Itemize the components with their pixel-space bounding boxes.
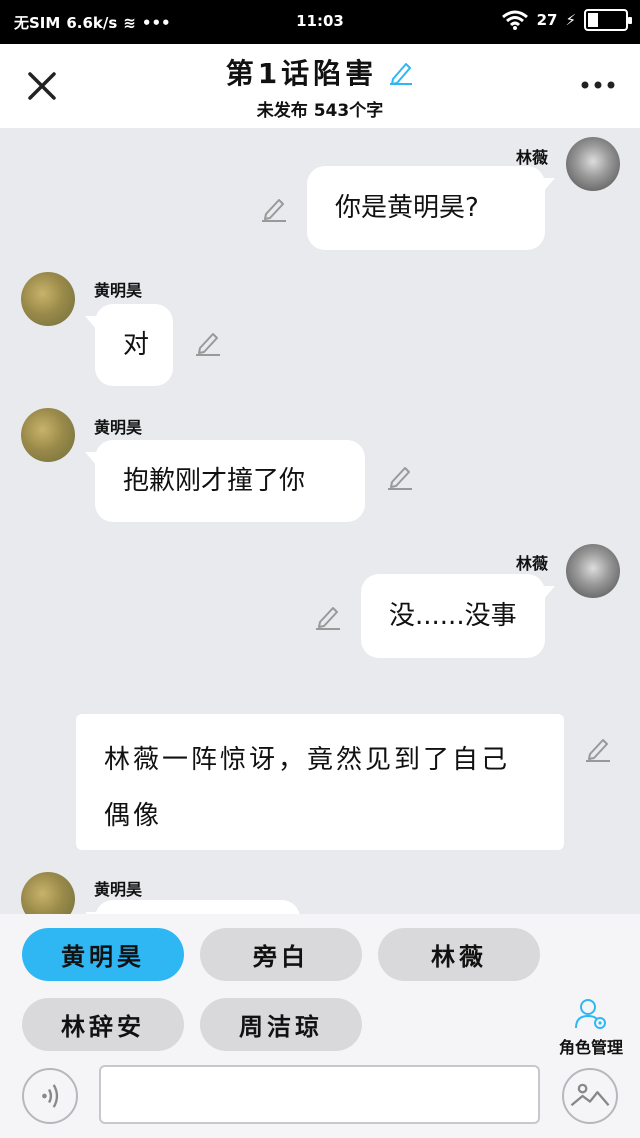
narration-line: 林薇一阵惊讶，竟然见到了自己: [104, 745, 511, 775]
avatar[interactable]: [566, 137, 620, 191]
speaker-name: 黄明昊: [94, 418, 143, 437]
avatar[interactable]: [566, 544, 620, 598]
message-bubble[interactable]: 你是黄明昊?: [307, 166, 555, 250]
narration-line: 偶像: [104, 801, 163, 831]
role-button-0[interactable]: 黄明昊: [22, 928, 184, 981]
edit-icon[interactable]: [314, 602, 342, 630]
role-panel: 黄明昊 旁白 林薇 林辞安 周洁琼 角色管理: [0, 914, 640, 1138]
wifi-icon: [501, 10, 528, 30]
battery-percent: 27: [536, 11, 558, 29]
image-icon[interactable]: [562, 1068, 618, 1124]
speaker-name: 黄明昊: [94, 880, 143, 899]
chapter-title[interactable]: 第1话陷害: [226, 52, 377, 92]
chat-area[interactable]: 林薇 你是黄明昊? 黄明昊 对 黄明昊 抱歉刚才撞了你 林薇 没......没事…: [0, 128, 640, 914]
role-button-4[interactable]: 周洁琼: [200, 998, 362, 1051]
voice-icon[interactable]: [22, 1068, 78, 1124]
avatar[interactable]: [21, 272, 75, 326]
narration-block[interactable]: 林薇一阵惊讶，竟然见到了自己 偶像: [76, 714, 564, 850]
battery-icon: [584, 9, 632, 31]
editor-header: 第1话陷害 未发布 543个字: [0, 44, 640, 128]
message-bubble[interactable]: [85, 900, 300, 914]
role-button-1[interactable]: 旁白: [200, 928, 362, 981]
role-manage-label: 角色管理: [558, 1038, 623, 1057]
user-gear-icon: [575, 999, 606, 1029]
edit-icon[interactable]: [260, 194, 288, 222]
message-bubble[interactable]: 抱歉刚才撞了你: [85, 440, 365, 522]
role-button-2[interactable]: 林薇: [378, 928, 540, 981]
status-bar: 无SIM 6.6k/s ≋ ••• 11:03 27 ⚡: [0, 0, 640, 44]
edit-icon[interactable]: [386, 462, 414, 490]
speaker-name: 林薇: [515, 554, 548, 573]
status-right: 27 ⚡: [501, 9, 632, 31]
edit-icon[interactable]: [584, 734, 612, 762]
edit-icon[interactable]: [194, 328, 222, 356]
speaker-name: 林薇: [515, 148, 548, 167]
avatar[interactable]: [21, 408, 75, 462]
role-button-3[interactable]: 林辞安: [22, 998, 184, 1051]
role-manage-button[interactable]: 角色管理: [550, 998, 632, 1058]
message-bubble[interactable]: 对: [85, 304, 173, 386]
message-input[interactable]: [99, 1065, 540, 1124]
message-bubble[interactable]: 没......没事: [361, 574, 555, 658]
edit-title-icon[interactable]: [388, 59, 414, 85]
speaker-name: 黄明昊: [94, 281, 143, 300]
clock: 11:03: [296, 12, 344, 30]
chapter-status: 未发布 543个字: [256, 101, 384, 121]
avatar[interactable]: [21, 872, 75, 914]
charging-icon: ⚡: [565, 11, 576, 29]
more-icon[interactable]: [580, 74, 616, 96]
